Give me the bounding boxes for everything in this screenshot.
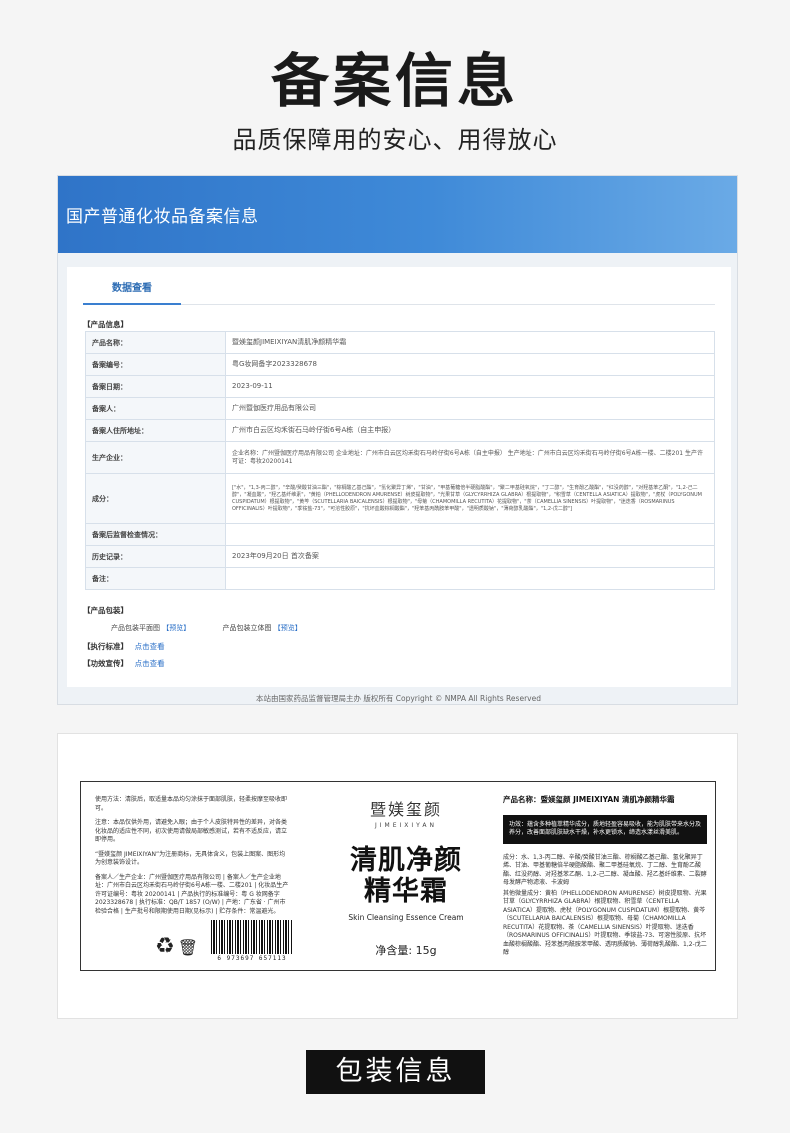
barcode [211,920,293,954]
info-table: 产品名称： 暨媄玺颜JIMEIXIYAN清肌净颜精华霜 备案编号： 粤G妆网备字… [85,331,715,590]
registration-footer: 本站由国家药品监督管理局主办 版权所有 Copyright © NMPA All… [256,694,541,703]
table-row: 产品名称： 暨媄玺颜JIMEIXIYAN清肌净颜精华霜 [85,331,715,354]
product-name-line: 产品名称：暨媄玺颜 JIMEIXIYAN 清肌净颜精华霜 [503,795,675,804]
row-key: 备案人住所地址： [85,419,226,442]
ingredients-text: 成分：水、1,3-丙二醇、辛酸/癸酸甘油三酯、棕榈酸乙基己酯、氢化聚异丁烯、甘油… [503,853,707,887]
hero-title: 备案信息 [270,47,519,115]
note-text: 注意：本品仅供外用，请避免入眼；由于个人皮肤特异性的差异，对各类化妆品的适应性不… [95,819,288,843]
label-right-column: 产品名称：暨媄玺颜 JIMEIXIYAN 清肌净颜精华霜 功效：蕴含多种植萃精华… [503,795,707,958]
pkg-3d-preview-link[interactable]: 【预览】 [274,624,302,632]
table-row: 成分： ["水"，"1,3-丙二醇"，"辛酸/癸酸甘油三酯"，"棕榈酸乙基己酯"… [85,473,715,524]
effect-box: 功效：蕴含多种植萃精华成分，质地轻盈容易吸收，能为肌肤带来水分及养分，改善面部肌… [503,814,707,844]
net-weight: 净含量: 15g [375,944,437,957]
trademark-text: “暨媄玺颜 JIMEIXIYAN”为注册商标，无具体含义，包装上图案、图形均为创… [95,850,286,867]
table-row: 备案日期： 2023-09-11 [85,375,715,398]
row-value: 暨媄玺颜JIMEIXIYAN清肌净颜精华霜 [225,331,715,354]
table-row: 备案编号： 粤G妆网备字2023328678 [85,353,715,376]
standard-row: 【执行标准】 点击查看 [83,641,165,652]
hero-subtitle: 品质保障用的安心、用得放心 [232,126,558,154]
pkg-flat-preview-link[interactable]: 【预览】 [162,624,190,632]
product-name-cn: 清肌净颜 精华霜 [317,845,495,907]
registration-card: 数据查看 【产品信息】 产品名称： 暨媄玺颜JIMEIXIYAN清肌净颜精华霜 … [67,267,731,687]
packaging-title: 包装信息 [306,1050,485,1094]
row-key: 备案人： [85,397,226,420]
brand-name-en: JIMEIXIYAN [375,822,437,829]
registration-banner: 国产普通化妆品备案信息 [58,176,737,253]
company-text: 备案人／生产企业：广州暨伽医疗用品有限公司 | 备案人／生产企业地址：广州市白云… [95,873,292,915]
tab-bar: 数据查看 [83,267,715,305]
trash-bin-icon: 🗑 [177,938,199,957]
pkg-3d-label: 产品包装立体图 [222,624,272,632]
row-key: 备案编号： [85,353,226,376]
row-value: 粤G妆网备字2023328678 [225,353,715,376]
table-row: 备案后监督检查情况： [85,523,715,546]
row-value: ["水"，"1,3-丙二醇"，"辛酸/癸酸甘油三酯"，"棕榈酸乙基己酯"，"氢化… [225,473,715,524]
efficacy-label: 【功效宣传】 [83,659,128,668]
row-key: 备案后监督检查情况： [85,523,226,546]
pkg-flat-item: 产品包装平面图 【预览】 [111,624,192,632]
label-panel: 使用方法：清肤后，取适量本品均匀涂抹于面部肌肤，轻柔按摩至吸收即可。 注意：本品… [57,733,738,1019]
row-value: 广州暨伽医疗用品有限公司 [225,397,715,420]
recycle-trash-icons: ♻ 🗑 [155,934,198,959]
label-center-column: 暨媄玺颜 JIMEIXIYAN 清肌净颜 精华霜 Skin Cleansing … [317,782,495,970]
label-left-column: 使用方法：清肤后，取适量本品均匀涂抹于面部肌肤，轻柔按摩至吸收即可。 注意：本品… [95,796,292,922]
product-info-label: 【产品信息】 [83,320,128,329]
efficacy-click-link[interactable]: 点击查看 [135,659,165,668]
product-name-line2: 精华霜 [364,876,448,907]
product-name-line1: 清肌净颜 [350,845,462,876]
row-key: 备注： [85,567,226,590]
product-label: 使用方法：清肤后，取适量本品均匀涂抹于面部肌肤，轻柔按摩至吸收即可。 注意：本品… [80,781,716,971]
row-value: 2023年09月20日 首次备案 [225,545,715,568]
row-value: 2023-09-11 [225,375,715,398]
row-value [225,567,715,590]
row-value: 广州市白云区均禾街石马岭仔街6号A栋（自主申报） [225,419,715,442]
pkg-3d-item: 产品包装立体图 【预览】 [222,624,301,632]
recycle-icon: ♻ [155,934,175,959]
table-row: 备注： [85,567,715,590]
product-name-en: Skin Cleansing Essence Cream [348,913,464,922]
table-row: 生产企业： 企业名称：广州暨伽医疗用品有限公司 企业地址：广州市白云区均禾街石马… [85,441,715,474]
table-row: 历史记录： 2023年09月20日 首次备案 [85,545,715,568]
registration-panel: 国产普通化妆品备案信息 数据查看 【产品信息】 产品名称： 暨媄玺颜JIMEIX… [57,175,738,705]
tab-data-view[interactable]: 数据查看 [83,267,181,305]
row-key: 历史记录： [85,545,226,568]
packaging-row: 产品包装平面图 【预览】 产品包装立体图 【预览】 [111,623,332,633]
other-ingredients-text: 其他微量成分：黄柏（PHELLODENDRON AMURENSE）树皮提取物、光… [503,889,707,957]
standard-label: 【执行标准】 [83,642,128,651]
row-value: 企业名称：广州暨伽医疗用品有限公司 企业地址：广州市白云区均禾街石马岭仔街6号A… [225,441,715,474]
barcode-number: 6 973697 657113 [217,955,287,962]
table-row: 备案人住所地址： 广州市白云区均禾街石马岭仔街6号A栋（自主申报） [85,419,715,442]
row-key: 备案日期： [85,375,226,398]
pkg-flat-label: 产品包装平面图 [111,624,160,632]
usage-text: 使用方法：清肤后，取适量本品均匀涂抹于面部肌肤，轻柔按摩至吸收即可。 [95,796,288,812]
row-key: 产品名称： [85,331,226,354]
row-key: 成分： [85,473,226,524]
standard-click-link[interactable]: 点击查看 [135,642,165,651]
row-key: 生产企业： [85,441,226,474]
packaging-label: 【产品包装】 [83,606,128,615]
brand-name-cn: 暨媄玺颜 [369,800,442,819]
row-value [225,523,715,546]
efficacy-row: 【功效宣传】 点击查看 [83,658,165,669]
table-row: 备案人： 广州暨伽医疗用品有限公司 [85,397,715,420]
banner-title: 国产普通化妆品备案信息 [66,207,259,227]
